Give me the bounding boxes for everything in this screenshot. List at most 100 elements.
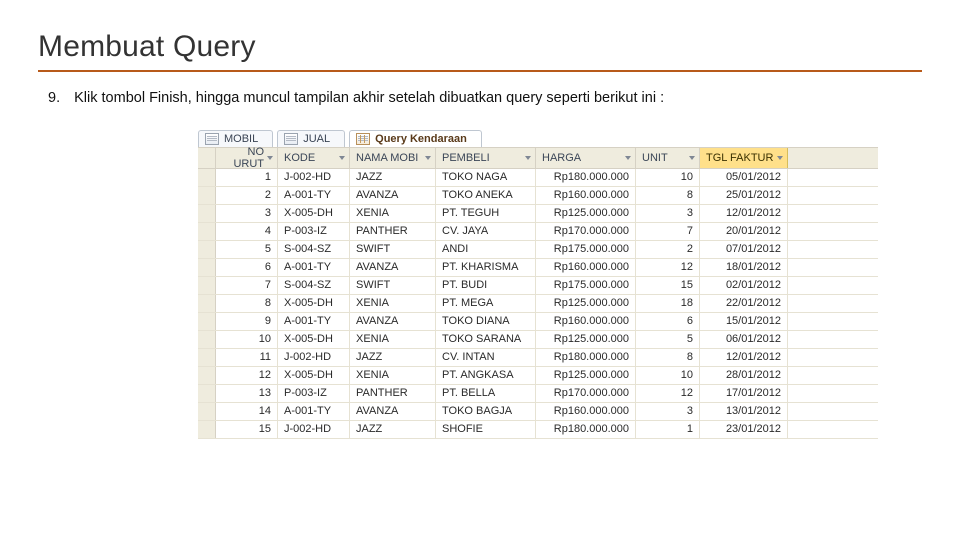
table-row[interactable]: 5S-004-SZSWIFTANDIRp175.000.000207/01/20…	[198, 241, 878, 259]
table-row[interactable]: 1J-002-HDJAZZTOKO NAGARp180.000.0001005/…	[198, 169, 878, 187]
cell-pembeli[interactable]: SHOFIE	[436, 421, 536, 438]
cell-kode[interactable]: X-005-DH	[278, 367, 350, 384]
cell-kode[interactable]: J-002-HD	[278, 421, 350, 438]
cell-harga[interactable]: Rp180.000.000	[536, 421, 636, 438]
cell-nama[interactable]: AVANZA	[350, 187, 436, 204]
cell-nama[interactable]: XENIA	[350, 367, 436, 384]
row-selector[interactable]	[198, 421, 216, 438]
cell-no[interactable]: 3	[216, 205, 278, 222]
row-selector[interactable]	[198, 385, 216, 402]
row-selector[interactable]	[198, 169, 216, 186]
cell-nama[interactable]: AVANZA	[350, 403, 436, 420]
cell-tgl[interactable]: 17/01/2012	[700, 385, 788, 402]
cell-harga[interactable]: Rp175.000.000	[536, 277, 636, 294]
cell-tgl[interactable]: 13/01/2012	[700, 403, 788, 420]
cell-harga[interactable]: Rp160.000.000	[536, 259, 636, 276]
cell-tgl[interactable]: 12/01/2012	[700, 205, 788, 222]
column-header-tgl[interactable]: TGL FAKTUR	[700, 148, 788, 168]
cell-unit[interactable]: 10	[636, 169, 700, 186]
cell-tgl[interactable]: 20/01/2012	[700, 223, 788, 240]
cell-no[interactable]: 2	[216, 187, 278, 204]
table-row[interactable]: 15J-002-HDJAZZSHOFIERp180.000.000123/01/…	[198, 421, 878, 439]
cell-harga[interactable]: Rp180.000.000	[536, 169, 636, 186]
row-selector[interactable]	[198, 223, 216, 240]
cell-harga[interactable]: Rp125.000.000	[536, 367, 636, 384]
cell-unit[interactable]: 18	[636, 295, 700, 312]
cell-nama[interactable]: XENIA	[350, 205, 436, 222]
cell-tgl[interactable]: 22/01/2012	[700, 295, 788, 312]
cell-unit[interactable]: 5	[636, 331, 700, 348]
cell-kode[interactable]: P-003-IZ	[278, 223, 350, 240]
table-row[interactable]: 13P-003-IZPANTHERPT. BELLARp170.000.0001…	[198, 385, 878, 403]
cell-nama[interactable]: SWIFT	[350, 241, 436, 258]
cell-nama[interactable]: AVANZA	[350, 259, 436, 276]
cell-kode[interactable]: A-001-TY	[278, 187, 350, 204]
cell-harga[interactable]: Rp125.000.000	[536, 331, 636, 348]
cell-nama[interactable]: JAZZ	[350, 169, 436, 186]
cell-kode[interactable]: X-005-DH	[278, 331, 350, 348]
cell-no[interactable]: 12	[216, 367, 278, 384]
cell-pembeli[interactable]: PT. BUDI	[436, 277, 536, 294]
cell-tgl[interactable]: 12/01/2012	[700, 349, 788, 366]
column-header-kode[interactable]: KODE	[278, 148, 350, 168]
cell-unit[interactable]: 8	[636, 187, 700, 204]
cell-unit[interactable]: 2	[636, 241, 700, 258]
table-row[interactable]: 11J-002-HDJAZZCV. INTANRp180.000.000812/…	[198, 349, 878, 367]
cell-unit[interactable]: 1	[636, 421, 700, 438]
cell-pembeli[interactable]: PT. TEGUH	[436, 205, 536, 222]
cell-tgl[interactable]: 15/01/2012	[700, 313, 788, 330]
cell-nama[interactable]: PANTHER	[350, 223, 436, 240]
cell-tgl[interactable]: 05/01/2012	[700, 169, 788, 186]
row-selector[interactable]	[198, 241, 216, 258]
cell-kode[interactable]: S-004-SZ	[278, 277, 350, 294]
cell-harga[interactable]: Rp160.000.000	[536, 313, 636, 330]
cell-kode[interactable]: S-004-SZ	[278, 241, 350, 258]
table-row[interactable]: 6A-001-TYAVANZAPT. KHARISMARp160.000.000…	[198, 259, 878, 277]
column-header-pembeli[interactable]: PEMBELI	[436, 148, 536, 168]
cell-nama[interactable]: JAZZ	[350, 349, 436, 366]
cell-pembeli[interactable]: PT. ANGKASA	[436, 367, 536, 384]
table-row[interactable]: 14A-001-TYAVANZATOKO BAGJARp160.000.0003…	[198, 403, 878, 421]
cell-pembeli[interactable]: TOKO DIANA	[436, 313, 536, 330]
row-selector[interactable]	[198, 187, 216, 204]
cell-tgl[interactable]: 28/01/2012	[700, 367, 788, 384]
cell-pembeli[interactable]: PT. MEGA	[436, 295, 536, 312]
table-row[interactable]: 3X-005-DHXENIAPT. TEGUHRp125.000.000312/…	[198, 205, 878, 223]
column-header-unit[interactable]: UNIT	[636, 148, 700, 168]
cell-kode[interactable]: P-003-IZ	[278, 385, 350, 402]
cell-pembeli[interactable]: PT. KHARISMA	[436, 259, 536, 276]
cell-unit[interactable]: 12	[636, 259, 700, 276]
cell-tgl[interactable]: 02/01/2012	[700, 277, 788, 294]
cell-kode[interactable]: A-001-TY	[278, 403, 350, 420]
cell-harga[interactable]: Rp170.000.000	[536, 223, 636, 240]
cell-no[interactable]: 4	[216, 223, 278, 240]
cell-kode[interactable]: A-001-TY	[278, 259, 350, 276]
cell-nama[interactable]: PANTHER	[350, 385, 436, 402]
tab[interactable]: MOBIL	[198, 130, 273, 147]
cell-harga[interactable]: Rp170.000.000	[536, 385, 636, 402]
table-row[interactable]: 7S-004-SZSWIFTPT. BUDIRp175.000.0001502/…	[198, 277, 878, 295]
cell-tgl[interactable]: 25/01/2012	[700, 187, 788, 204]
cell-tgl[interactable]: 23/01/2012	[700, 421, 788, 438]
cell-tgl[interactable]: 06/01/2012	[700, 331, 788, 348]
cell-no[interactable]: 6	[216, 259, 278, 276]
cell-pembeli[interactable]: TOKO BAGJA	[436, 403, 536, 420]
cell-pembeli[interactable]: PT. BELLA	[436, 385, 536, 402]
cell-pembeli[interactable]: CV. JAYA	[436, 223, 536, 240]
cell-unit[interactable]: 7	[636, 223, 700, 240]
row-selector[interactable]	[198, 367, 216, 384]
cell-nama[interactable]: XENIA	[350, 295, 436, 312]
row-selector[interactable]	[198, 205, 216, 222]
cell-pembeli[interactable]: ANDI	[436, 241, 536, 258]
cell-harga[interactable]: Rp125.000.000	[536, 205, 636, 222]
cell-no[interactable]: 10	[216, 331, 278, 348]
cell-no[interactable]: 14	[216, 403, 278, 420]
cell-harga[interactable]: Rp180.000.000	[536, 349, 636, 366]
cell-pembeli[interactable]: TOKO SARANA	[436, 331, 536, 348]
cell-tgl[interactable]: 18/01/2012	[700, 259, 788, 276]
row-selector[interactable]	[198, 331, 216, 348]
row-selector[interactable]	[198, 295, 216, 312]
cell-unit[interactable]: 3	[636, 403, 700, 420]
cell-no[interactable]: 5	[216, 241, 278, 258]
cell-nama[interactable]: JAZZ	[350, 421, 436, 438]
